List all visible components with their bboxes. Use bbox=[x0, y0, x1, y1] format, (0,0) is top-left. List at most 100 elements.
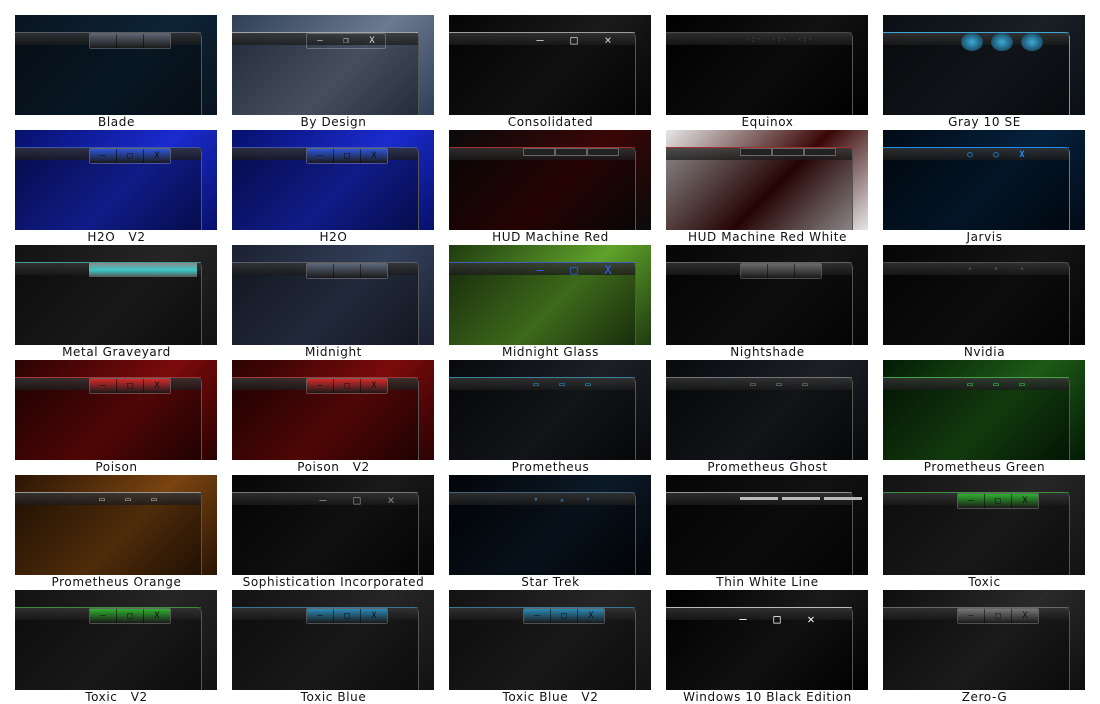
maximize-icon: □ bbox=[334, 609, 361, 623]
theme-thumbnail[interactable]: — □ X bbox=[883, 475, 1085, 575]
minimize-icon bbox=[740, 148, 772, 156]
caption-buttons-preview bbox=[523, 148, 619, 162]
theme-thumbnail[interactable]: — □ X bbox=[449, 245, 651, 345]
theme-thumbnail[interactable]: ▭ ▭ ▭ bbox=[883, 360, 1085, 460]
maximize-icon bbox=[991, 33, 1013, 51]
theme-thumbnail[interactable]: — □ X bbox=[232, 590, 434, 690]
theme-thumbnail[interactable]: ·:· ·:· ·:· bbox=[666, 15, 868, 115]
theme-thumbnail[interactable]: ▭ ▭ ▭ bbox=[666, 360, 868, 460]
maximize-icon: □ bbox=[353, 493, 361, 507]
accent-edge bbox=[449, 607, 635, 608]
theme-thumbnail[interactable]: — □ X bbox=[232, 360, 434, 460]
maximize-icon: □ bbox=[985, 494, 1012, 508]
theme-thumbnail[interactable] bbox=[15, 245, 217, 345]
caption-buttons-preview: • • • bbox=[957, 263, 1035, 277]
minimize-icon: — bbox=[958, 494, 985, 508]
theme-thumbnail[interactable] bbox=[449, 130, 651, 230]
minimize-icon: ▭ bbox=[533, 380, 539, 390]
maximize-icon: □ bbox=[551, 609, 578, 623]
theme-thumbnail[interactable]: — □ X bbox=[15, 590, 217, 690]
theme-thumbnail[interactable] bbox=[15, 15, 217, 115]
accent-edge bbox=[232, 607, 418, 608]
maximize-icon: □ bbox=[334, 379, 361, 393]
accent-edge bbox=[449, 492, 635, 493]
theme-thumbnail[interactable] bbox=[666, 475, 868, 575]
theme-thumbnail[interactable]: — ❐ X bbox=[232, 15, 434, 115]
caption-buttons-preview: — □ X bbox=[89, 608, 171, 624]
theme-thumbnail[interactable]: — □ ✕ bbox=[666, 590, 868, 690]
theme-name-label: Consolidated bbox=[507, 115, 594, 129]
close-icon: X bbox=[361, 149, 387, 163]
theme-thumbnail[interactable]: ▾ ▴ ▾ bbox=[449, 475, 651, 575]
close-icon bbox=[144, 34, 170, 48]
close-icon: X bbox=[144, 149, 170, 163]
minimize-icon bbox=[961, 33, 983, 51]
theme-thumbnail[interactable]: ▭ ▭ ▭ bbox=[15, 475, 217, 575]
accent-edge bbox=[15, 147, 201, 148]
minimize-icon: — bbox=[90, 609, 117, 623]
accent-edge bbox=[232, 492, 418, 493]
close-icon: ▭ bbox=[802, 380, 808, 390]
theme-name-label: Toxic bbox=[968, 575, 1001, 589]
close-icon bbox=[804, 148, 836, 156]
accent-edge bbox=[15, 32, 201, 33]
accent-edge bbox=[883, 492, 1069, 493]
theme-thumbnail[interactable]: ▭ ▭ ▭ bbox=[449, 360, 651, 460]
theme-name-label: Thin White Line bbox=[716, 575, 819, 589]
close-icon: ▭ bbox=[151, 495, 157, 505]
theme-name-label: Nightshade bbox=[730, 345, 805, 359]
maximize-icon: ▭ bbox=[776, 380, 782, 390]
caption-buttons-preview: ▭ ▭ ▭ bbox=[523, 378, 601, 392]
caption-buttons-preview: — □ X bbox=[523, 263, 625, 277]
accent-edge bbox=[449, 147, 635, 148]
maximize-icon bbox=[772, 148, 804, 156]
theme-thumbnail[interactable]: • • • bbox=[883, 245, 1085, 345]
theme-thumbnail[interactable]: — □ X bbox=[883, 590, 1085, 690]
minimize-icon bbox=[89, 263, 125, 277]
theme-name-label: H2O bbox=[319, 230, 348, 244]
maximize-icon: ○ bbox=[993, 150, 999, 160]
theme-thumbnail[interactable]: — □ X bbox=[15, 130, 217, 230]
minimize-icon bbox=[90, 34, 117, 48]
theme-thumbnail[interactable]: ○ ○ X bbox=[883, 130, 1085, 230]
close-icon: X bbox=[144, 379, 170, 393]
caption-buttons-preview bbox=[740, 148, 836, 162]
minimize-icon: — bbox=[319, 493, 327, 507]
minimize-icon: — bbox=[958, 609, 985, 623]
accent-edge bbox=[666, 607, 852, 608]
accent-edge bbox=[883, 607, 1069, 608]
theme-name-label: Metal Graveyard bbox=[62, 345, 171, 359]
close-icon: X bbox=[578, 609, 604, 623]
caption-buttons-preview bbox=[740, 263, 822, 279]
close-icon: ·:· bbox=[796, 35, 814, 45]
theme-thumbnail[interactable]: — □ X bbox=[15, 360, 217, 460]
accent-edge bbox=[883, 147, 1069, 148]
maximize-icon: □ bbox=[985, 609, 1012, 623]
theme-gallery: Blade — ❐ X By Design – □ × Consolidated ·:· ·:· ·:… bbox=[0, 0, 1100, 704]
theme-thumbnail[interactable] bbox=[666, 130, 868, 230]
theme-thumbnail[interactable]: — □ X bbox=[232, 130, 434, 230]
theme-name-label: Zero-G bbox=[961, 690, 1008, 704]
theme-thumbnail[interactable] bbox=[883, 15, 1085, 115]
caption-buttons-preview bbox=[89, 263, 197, 277]
caption-buttons-preview bbox=[740, 493, 866, 507]
theme-thumbnail[interactable] bbox=[666, 245, 868, 345]
caption-buttons-preview: – □ × bbox=[523, 33, 625, 47]
minimize-icon: ○ bbox=[967, 150, 973, 160]
theme-thumbnail[interactable]: – □ × bbox=[449, 15, 651, 115]
theme-thumbnail[interactable]: — □ X bbox=[449, 590, 651, 690]
caption-buttons-preview bbox=[89, 33, 171, 49]
caption-buttons-preview: ▭ ▭ ▭ bbox=[740, 378, 818, 392]
theme-name-label: Equinox bbox=[741, 115, 794, 129]
theme-name-label: HUD Machine Red White bbox=[687, 230, 847, 244]
accent-edge bbox=[15, 377, 201, 378]
theme-thumbnail[interactable]: — □ × bbox=[232, 475, 434, 575]
accent-edge bbox=[666, 377, 852, 378]
maximize-icon: □ bbox=[117, 379, 144, 393]
maximize-icon: ▭ bbox=[993, 380, 999, 390]
caption-buttons-preview: — □ X bbox=[306, 608, 388, 624]
theme-name-label: Poison V2 bbox=[297, 460, 370, 474]
close-icon: X bbox=[1012, 494, 1038, 508]
minimize-icon: — bbox=[317, 36, 323, 46]
theme-thumbnail[interactable] bbox=[232, 245, 434, 345]
